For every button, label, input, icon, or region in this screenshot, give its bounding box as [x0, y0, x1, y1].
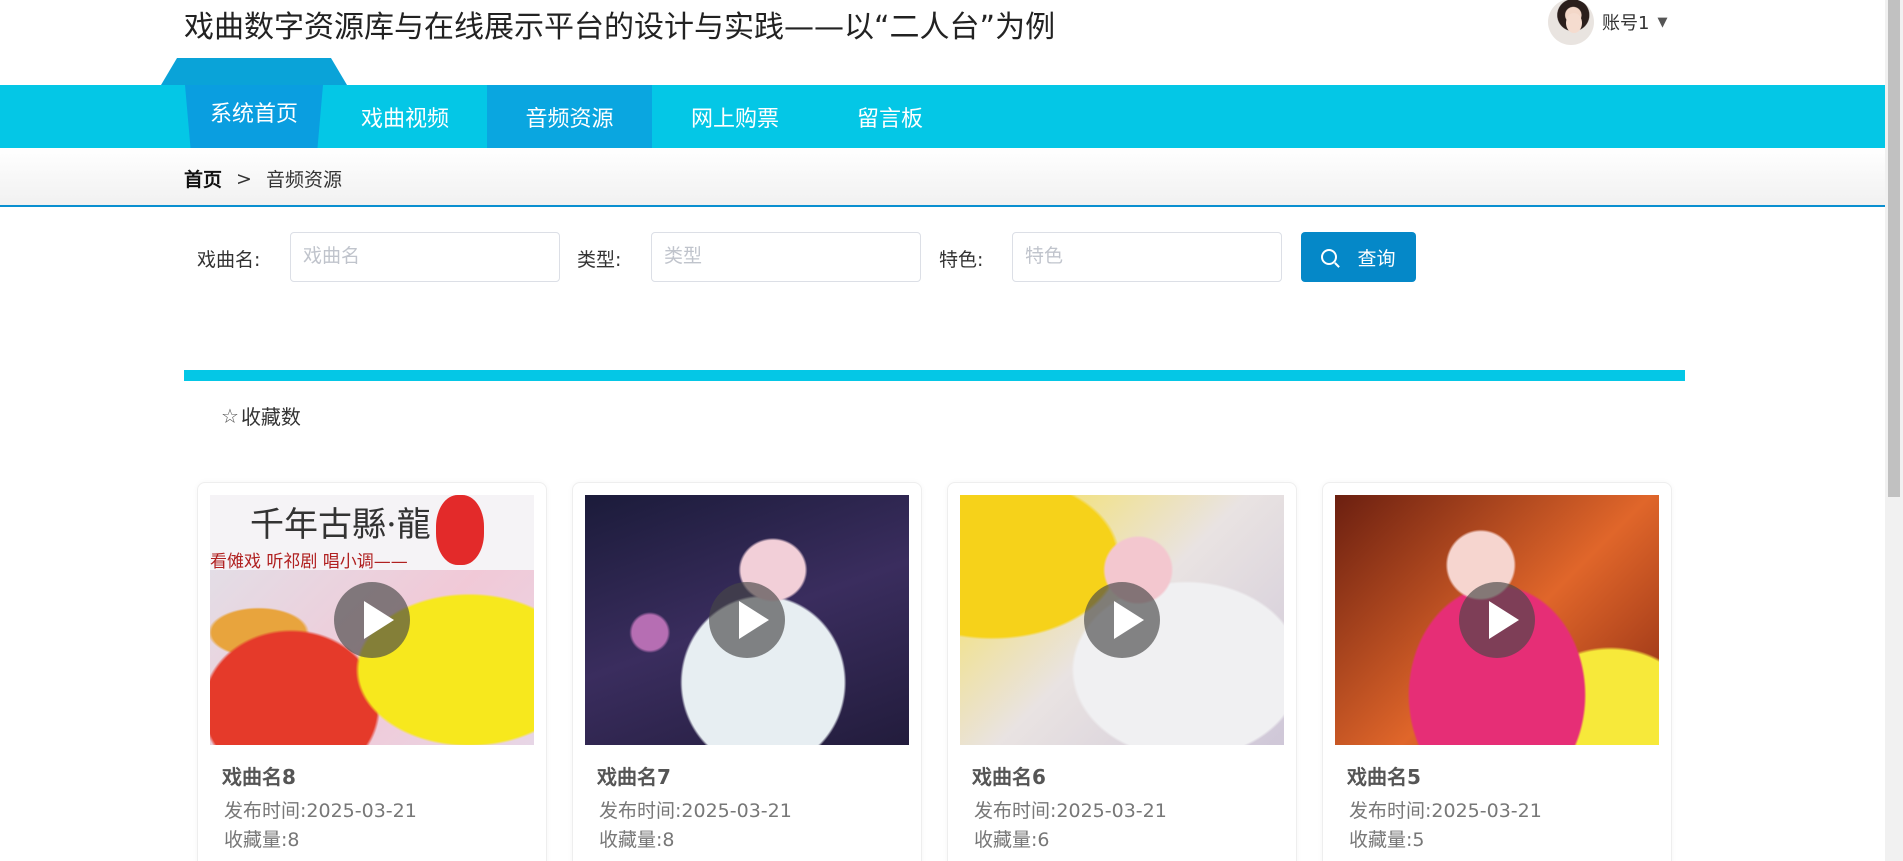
play-icon[interactable] — [1084, 582, 1160, 658]
play-icon[interactable] — [334, 582, 410, 658]
type-input[interactable] — [651, 232, 921, 282]
name-input[interactable] — [290, 232, 560, 282]
thumbnail-subcaption: 看傩戏 听祁剧 唱小调—— — [210, 552, 408, 572]
nav-item-tickets[interactable]: 网上购票 — [670, 85, 800, 148]
thumbnail-caption: 千年古縣·龍 — [250, 505, 431, 545]
nav-item-opera-video[interactable]: 戏曲视频 — [340, 85, 470, 148]
card-title[interactable]: 戏曲名5 — [1347, 761, 1421, 790]
caret-down-icon[interactable]: ▼ — [1657, 15, 1667, 30]
card-publish-date: 发布时间:2025-03-21 — [974, 800, 1167, 822]
nav-home-fold — [161, 58, 347, 85]
card-favorites: 收藏量:8 — [599, 829, 675, 851]
search-button[interactable]: 查询 — [1301, 232, 1416, 282]
breadcrumb: 首页 > 音频资源 — [184, 165, 342, 192]
sort-favorites-label[interactable]: 收藏数 — [241, 401, 301, 430]
feature-label: 特色: — [939, 249, 984, 271]
nav-item-home[interactable]: 系统首页 — [161, 58, 347, 148]
card-publish-date: 发布时间:2025-03-21 — [1349, 800, 1542, 822]
scrollbar[interactable] — [1885, 0, 1903, 861]
audio-thumbnail[interactable] — [1335, 495, 1659, 745]
type-label: 类型: — [577, 249, 622, 271]
breadcrumb-separator: > — [236, 167, 252, 190]
breadcrumb-home[interactable]: 首页 — [184, 165, 222, 192]
card-publish-date: 发布时间:2025-03-21 — [599, 800, 792, 822]
feature-input[interactable] — [1012, 232, 1282, 282]
audio-card[interactable]: 戏曲名5 发布时间:2025-03-21 收藏量:5 — [1322, 482, 1672, 861]
card-publish-date: 发布时间:2025-03-21 — [224, 800, 417, 822]
card-favorites: 收藏量:8 — [224, 829, 300, 851]
thumbnail-mask-figure — [436, 495, 484, 565]
name-label: 戏曲名: — [197, 249, 261, 271]
account-menu[interactable]: 账号1 ▼ — [1548, 0, 1667, 45]
audio-card[interactable]: 戏曲名7 发布时间:2025-03-21 收藏量:8 — [572, 482, 922, 861]
breadcrumb-current: 音频资源 — [265, 169, 342, 191]
avatar[interactable] — [1548, 0, 1594, 45]
card-favorites: 收藏量:5 — [1349, 829, 1425, 851]
star-icon: ☆ — [221, 403, 239, 428]
section-divider — [184, 370, 1685, 381]
page-title: 戏曲数字资源库与在线展示平台的设计与实践——以“二人台”为例 — [184, 10, 1056, 45]
search-icon — [1321, 249, 1338, 265]
audio-card[interactable]: 戏曲名6 发布时间:2025-03-21 收藏量:6 — [947, 482, 1297, 861]
sort-by-favorites[interactable]: ☆ 收藏数 — [221, 401, 301, 430]
nav-item-message-board[interactable]: 留言板 — [830, 85, 950, 148]
nav-item-label[interactable]: 系统首页 — [185, 85, 323, 148]
audio-thumbnail[interactable] — [585, 495, 909, 745]
play-icon[interactable] — [709, 582, 785, 658]
audio-card[interactable]: 千年古縣·龍 看傩戏 听祁剧 唱小调—— 戏曲名8 发布时间:2025-03-2… — [197, 482, 547, 861]
nav-item-audio[interactable]: 音频资源 — [487, 85, 652, 148]
play-icon[interactable] — [1459, 582, 1535, 658]
account-name[interactable]: 账号1 — [1602, 9, 1649, 35]
card-title[interactable]: 戏曲名8 — [222, 761, 296, 790]
card-title[interactable]: 戏曲名6 — [972, 761, 1046, 790]
audio-thumbnail[interactable]: 千年古縣·龍 看傩戏 听祁剧 唱小调—— — [210, 495, 534, 745]
search-button-label: 查询 — [1357, 248, 1396, 270]
audio-thumbnail[interactable] — [960, 495, 1284, 745]
card-favorites: 收藏量:6 — [974, 829, 1050, 851]
card-title[interactable]: 戏曲名7 — [597, 761, 671, 790]
scrollbar-thumb[interactable] — [1888, 0, 1900, 497]
